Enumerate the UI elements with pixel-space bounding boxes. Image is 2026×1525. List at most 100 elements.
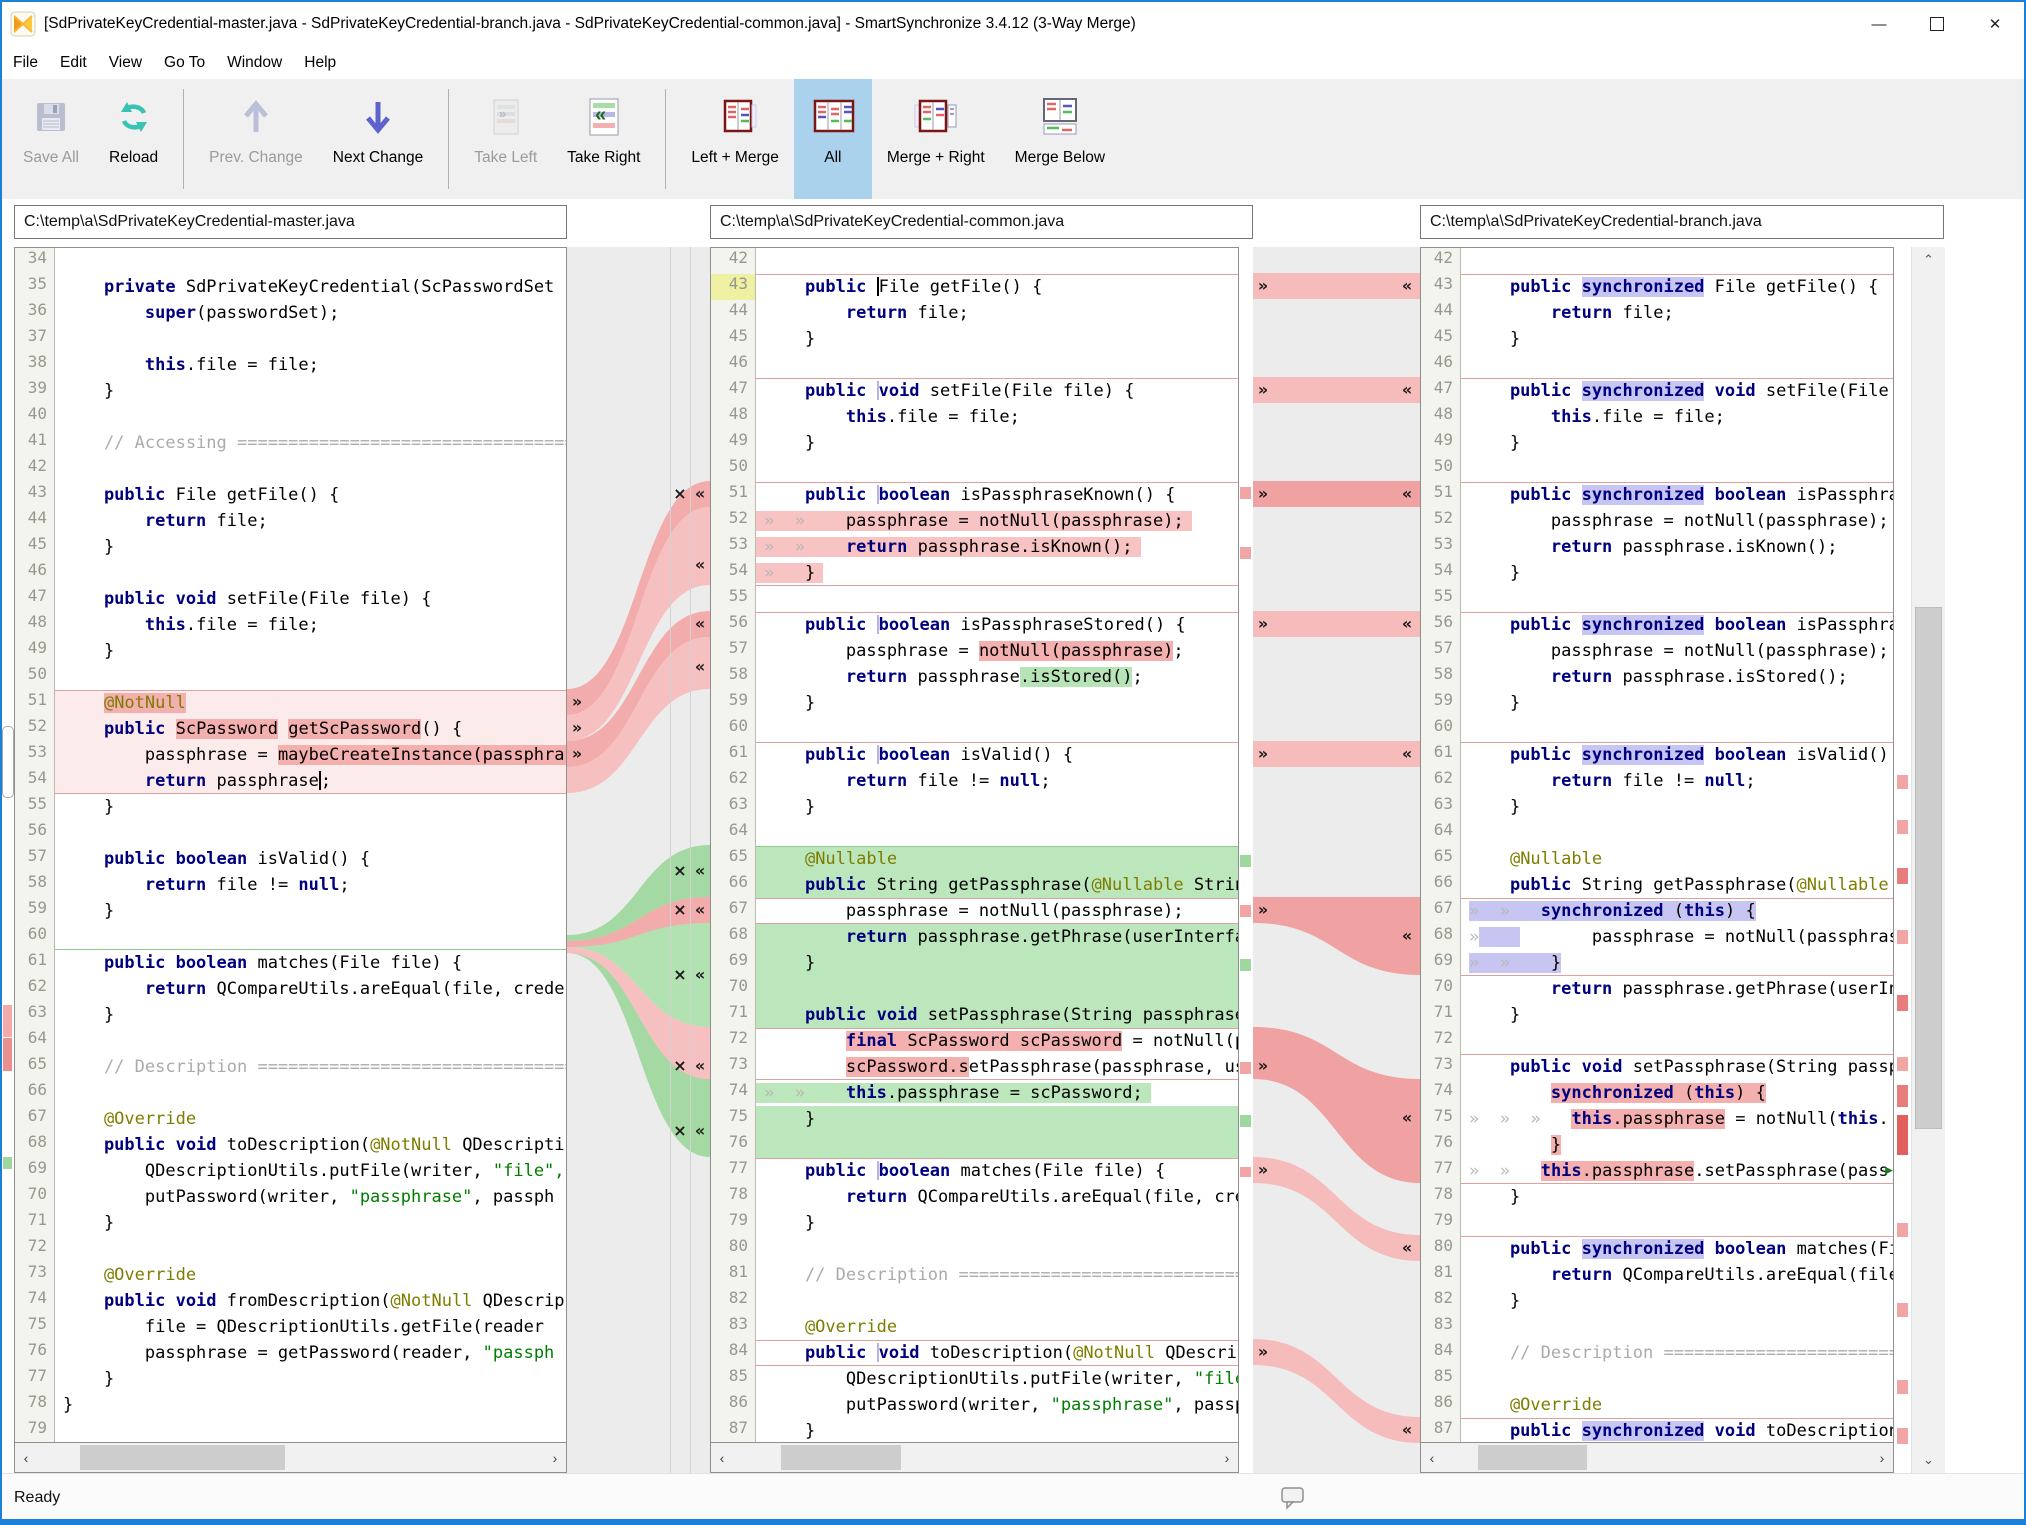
toolbar-button-all[interactable]: All bbox=[794, 79, 872, 199]
take-change-button[interactable]: « bbox=[691, 1119, 709, 1143]
take-change-button[interactable]: « bbox=[1398, 378, 1416, 402]
take-change-button[interactable]: « bbox=[691, 482, 709, 506]
comment-bubble-icon[interactable] bbox=[1280, 1486, 1306, 1510]
take-change-button[interactable]: « bbox=[1398, 1236, 1416, 1260]
take-change-button[interactable]: « bbox=[1398, 1418, 1416, 1442]
code-line: public boolean isPassphraseStored() { bbox=[756, 612, 1238, 638]
take-change-button[interactable]: » bbox=[1254, 612, 1272, 636]
line-number: 68 bbox=[1421, 924, 1460, 950]
take-change-button[interactable]: « bbox=[691, 898, 709, 922]
scroll-right-icon[interactable]: › bbox=[1871, 1443, 1893, 1472]
code-line: public void setFile(File file) { bbox=[756, 378, 1238, 404]
take-change-button[interactable]: « bbox=[1398, 1106, 1416, 1130]
menu-item-edit[interactable]: Edit bbox=[49, 54, 98, 72]
take-change-button[interactable]: » bbox=[1254, 742, 1272, 766]
toolbar-button-merge-right[interactable]: Merge + Right bbox=[872, 79, 1000, 199]
line-number: 77 bbox=[711, 1158, 755, 1184]
right-hscroll-thumb[interactable] bbox=[1478, 1445, 1587, 1470]
take-change-button[interactable]: « bbox=[1398, 924, 1416, 948]
discard-change-button[interactable]: × bbox=[671, 1054, 689, 1078]
toolbar-button-merge-below[interactable]: Merge Below bbox=[1000, 79, 1120, 199]
take-change-button[interactable]: » bbox=[1254, 274, 1272, 298]
code-line bbox=[55, 404, 566, 430]
middle-hscroll-thumb[interactable] bbox=[781, 1445, 901, 1470]
scroll-up-icon[interactable]: ⌃ bbox=[1912, 247, 1945, 273]
take-change-button[interactable]: » bbox=[1254, 898, 1272, 922]
right-hscrollbar[interactable]: ‹› bbox=[1421, 1442, 1893, 1472]
line-number: 42 bbox=[711, 248, 755, 274]
menu-item-help[interactable]: Help bbox=[293, 54, 347, 72]
take-change-button[interactable]: « bbox=[1398, 742, 1416, 766]
scroll-left-icon[interactable]: ‹ bbox=[15, 1443, 37, 1472]
code-line: // Description =========================… bbox=[756, 1262, 1238, 1288]
left-hscrollbar[interactable]: ‹› bbox=[15, 1442, 566, 1472]
take-change-button[interactable]: » bbox=[1254, 482, 1272, 506]
pane-left[interactable]: 3435363738394041424344454647484950515253… bbox=[14, 247, 567, 1473]
up-icon bbox=[239, 91, 273, 143]
code-line: super(passwordSet); bbox=[55, 300, 566, 326]
line-number: 60 bbox=[15, 924, 54, 950]
take-change-button[interactable]: » bbox=[1254, 1158, 1272, 1182]
take-change-button[interactable]: » bbox=[568, 690, 586, 714]
line-number: 46 bbox=[1421, 352, 1460, 378]
code-line: } bbox=[55, 1392, 566, 1418]
take-change-button[interactable]: » bbox=[1254, 1340, 1272, 1364]
take-change-button[interactable]: « bbox=[691, 655, 709, 679]
code-line: return QCompareUtils.areEqual(file, cred… bbox=[55, 976, 566, 1002]
take-change-button[interactable]: « bbox=[1398, 482, 1416, 506]
take-change-button[interactable]: » bbox=[568, 742, 586, 766]
take-change-button[interactable]: « bbox=[1398, 274, 1416, 298]
left-code[interactable]: private SdPrivateKeyCredential(ScPasswor… bbox=[55, 248, 566, 1442]
scroll-right-icon[interactable]: › bbox=[1216, 1443, 1238, 1472]
code-line: @Override bbox=[55, 1106, 566, 1132]
code-line: } bbox=[756, 430, 1238, 456]
discard-change-button[interactable]: × bbox=[671, 859, 689, 883]
vertical-scrollbar[interactable]: ⌃ ⌄ bbox=[1912, 247, 1945, 1473]
discard-change-button[interactable]: × bbox=[671, 482, 689, 506]
take-change-button[interactable]: « bbox=[691, 859, 709, 883]
toolbar-button-take-right[interactable]: «Take Right bbox=[552, 79, 655, 199]
middle-code[interactable]: public File getFile() { return file; } p… bbox=[756, 248, 1238, 1442]
line-number: 73 bbox=[15, 1262, 54, 1288]
take-change-button[interactable]: » bbox=[1254, 1054, 1272, 1078]
middle-hscrollbar[interactable]: ‹› bbox=[711, 1442, 1238, 1472]
scroll-right-icon[interactable]: › bbox=[544, 1443, 566, 1472]
vscroll-thumb[interactable] bbox=[1915, 607, 1942, 1129]
menu-item-window[interactable]: Window bbox=[216, 54, 293, 72]
all-icon bbox=[809, 91, 857, 143]
scroll-left-icon[interactable]: ‹ bbox=[711, 1443, 733, 1472]
close-button[interactable]: ✕ bbox=[1966, 2, 2024, 46]
take-change-button[interactable]: « bbox=[1398, 612, 1416, 636]
toolbar-button-next-change[interactable]: Next Change bbox=[318, 79, 438, 199]
line-number: 72 bbox=[711, 1028, 755, 1054]
discard-change-button[interactable]: × bbox=[671, 963, 689, 987]
discard-change-button[interactable]: × bbox=[671, 898, 689, 922]
maximize-button[interactable] bbox=[1908, 2, 1966, 46]
take-change-button[interactable]: « bbox=[691, 1054, 709, 1078]
line-number: 74 bbox=[1421, 1080, 1460, 1106]
menu-item-go-to[interactable]: Go To bbox=[153, 54, 216, 72]
minimize-button[interactable]: — bbox=[1850, 2, 1908, 46]
pane-middle[interactable]: 4243444546474849505152535455565758596061… bbox=[710, 247, 1239, 1473]
right-code[interactable]: public synchronized File getFile() { ret… bbox=[1461, 248, 1893, 1442]
pane-right[interactable]: 4243444546474849505152535455565758596061… bbox=[1420, 247, 1894, 1473]
menu-item-view[interactable]: View bbox=[98, 54, 153, 72]
toolbar-button-left-merge[interactable]: Left + Merge bbox=[676, 79, 793, 199]
line-number: 65 bbox=[1421, 846, 1460, 872]
take-change-button[interactable]: « bbox=[691, 963, 709, 987]
scroll-left-icon[interactable]: ‹ bbox=[1421, 1443, 1443, 1472]
take-change-button[interactable]: » bbox=[568, 716, 586, 740]
scroll-down-icon[interactable]: ⌄ bbox=[1912, 1447, 1945, 1473]
left-hscroll-thumb[interactable] bbox=[80, 1445, 285, 1470]
take-change-button[interactable]: « bbox=[691, 553, 709, 577]
toolbar-button-reload[interactable]: Reload bbox=[94, 79, 173, 199]
take-change-button[interactable]: » bbox=[1254, 378, 1272, 402]
code-line: public ScPassword getScPassword() { bbox=[55, 716, 566, 742]
code-line: » » synchronized (this) { bbox=[1461, 898, 1893, 924]
line-number: 51 bbox=[15, 690, 54, 716]
discard-change-button[interactable]: × bbox=[671, 1119, 689, 1143]
connector-left-middle: »»»×««««×«×«×«×«×« bbox=[567, 247, 710, 1473]
menu-item-file[interactable]: File bbox=[2, 54, 49, 72]
toolbar-button-save-all: Save All bbox=[8, 79, 94, 199]
take-change-button[interactable]: « bbox=[691, 612, 709, 636]
